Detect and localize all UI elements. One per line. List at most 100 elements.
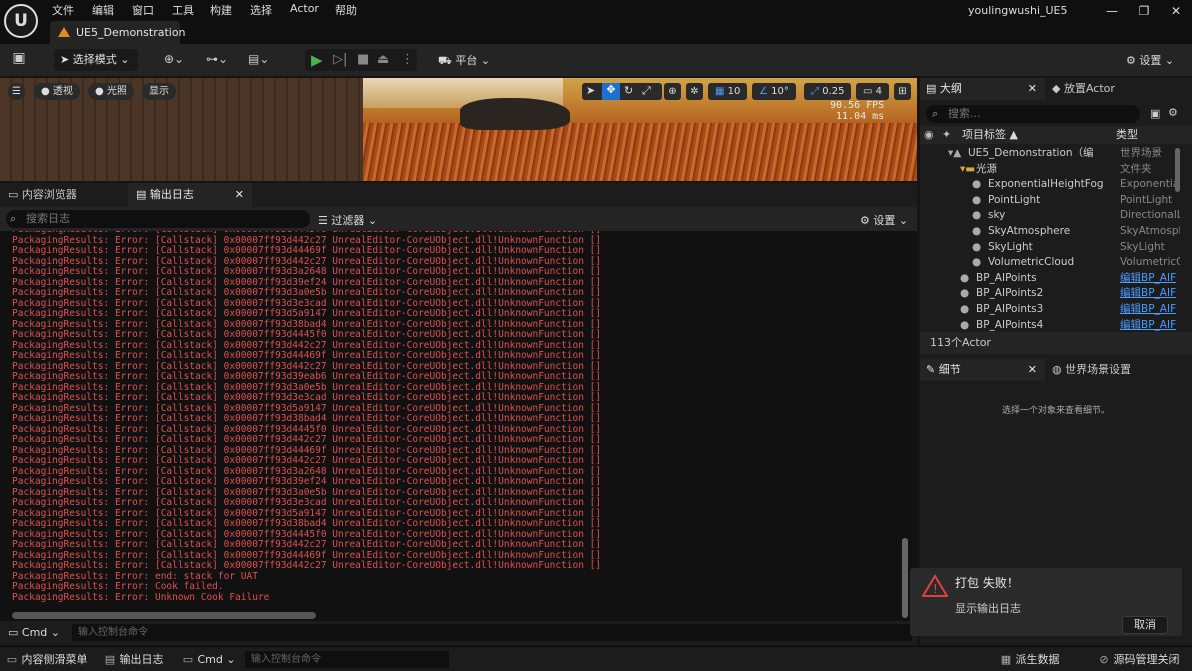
camera-icon: ▭ (863, 86, 873, 97)
outliner-search-input[interactable]: ⌕ 搜索... (926, 105, 1140, 123)
perspective-button[interactable]: ● 透视 (34, 83, 80, 100)
log-search-input[interactable]: ⌕ 搜索日志 (6, 210, 310, 228)
lighting-button[interactable]: ● 光照 (88, 83, 134, 100)
output-log-button[interactable]: ▤ 输出日志 (104, 651, 164, 668)
outliner-row-type[interactable]: 编辑BP_AIF (1120, 302, 1180, 318)
platform-icon: ⛟ (438, 54, 452, 67)
outliner-row[interactable]: ● SkyAtmosphere SkyAtmosph (920, 224, 1180, 240)
level-icon (58, 27, 70, 37)
content-drawer-label: 内容侧滑菜单 (21, 653, 88, 666)
show-output-log-link[interactable]: 显示输出日志 (955, 600, 1021, 616)
tab-output-log[interactable]: ▤ 输出日志 ✕ (128, 183, 252, 207)
new-folder-icon[interactable]: ▣ (1150, 107, 1160, 120)
maximize-icon[interactable]: ❐ (1134, 4, 1154, 18)
menu-actor[interactable]: Actor (290, 2, 319, 15)
outliner-scrollbar[interactable] (1175, 148, 1180, 192)
tab-world-settings[interactable]: ◍ 世界场景设置 (1048, 359, 1131, 381)
menu-select[interactable]: 选择 (250, 2, 272, 18)
visibility-icon[interactable]: ◉ (924, 126, 934, 144)
blueprint-icon[interactable]: ⊶⌄ (206, 52, 228, 66)
log-line: PackagingResults: Error: Unknown Cook Fa… (12, 591, 270, 603)
settings-dropdown[interactable]: ⚙ 设置 ⌄ (1126, 52, 1174, 68)
level-viewport[interactable]: ☰ ● 透视 ● 光照 显示 ➤ ✥ ↻ ⤢ ⊕ ✲ ▦ 10 ∠ 10° ⤢ … (0, 78, 917, 181)
menu-tools[interactable]: 工具 (172, 2, 194, 18)
source-control-button[interactable]: ⊘ 源码管理关闭 (1098, 651, 1179, 668)
col-type[interactable]: 类型 (1116, 126, 1138, 144)
outliner-row-type[interactable]: 编辑BP_AIF (1120, 271, 1180, 287)
log-settings-dropdown[interactable]: ⚙ 设置 ⌄ (860, 212, 908, 228)
pin-icon[interactable]: ✦ (942, 126, 951, 144)
close-outliner-icon[interactable]: ✕ (1028, 78, 1037, 100)
outliner-row[interactable]: ● BP_AIPoints4 编辑BP_AIF (920, 318, 1180, 331)
transform-tools: ➤ ✥ ↻ ⤢ (582, 83, 662, 100)
eject-icon[interactable]: ⏏ (377, 52, 389, 67)
outliner-row[interactable]: ● ExponentialHeightFog Exponential (920, 177, 1180, 193)
platform-dropdown[interactable]: ⛟ 平台 ⌄ (438, 52, 490, 69)
outliner-row[interactable]: ● sky DirectionalL (920, 208, 1180, 224)
tab-details[interactable]: ✎ 细节 ✕ (920, 359, 1045, 381)
angle-snap[interactable]: ∠ 10° (752, 83, 796, 100)
tab-outliner[interactable]: ▤ 大纲 ✕ (920, 78, 1045, 100)
cmd-dropdown[interactable]: ▭ Cmd ⌄ (8, 626, 60, 639)
outliner-row[interactable]: ● BP_AIPoints3 编辑BP_AIF (920, 302, 1180, 318)
outliner-row-type[interactable]: 编辑BP_AIF (1120, 318, 1180, 331)
scale-tool-icon[interactable]: ⤢ (642, 84, 651, 98)
status-console-input[interactable]: 输入控制台命令 (245, 651, 449, 668)
derived-data-button[interactable]: ▦ 派生数据 (1000, 651, 1060, 668)
outliner-row[interactable]: ● VolumetricCloud VolumetricC (920, 255, 1180, 271)
move-tool-icon[interactable]: ✥ (602, 83, 620, 100)
menu-edit[interactable]: 编辑 (92, 2, 114, 18)
gear-icon[interactable]: ⚙ (1168, 106, 1178, 119)
tab-place-actor[interactable]: ◆ 放置Actor (1048, 78, 1115, 100)
cinematics-icon[interactable]: ▤⌄ (248, 52, 269, 66)
camera-speed[interactable]: ▭ 4 (856, 83, 890, 100)
actor-icon: ● (972, 193, 982, 206)
add-actor-icon[interactable]: ⊕⌄ (164, 52, 184, 66)
outliner-row-type[interactable]: 编辑BP_AIF (1120, 286, 1180, 302)
vertical-scrollbar[interactable] (902, 538, 908, 618)
cancel-button[interactable]: 取消 (1122, 616, 1168, 634)
outliner-row[interactable]: ▾▬ 光源 文件夹 (920, 162, 1180, 178)
outliner-row-label: 光源 (976, 162, 997, 175)
menu-build[interactable]: 构建 (210, 2, 232, 18)
console-input[interactable]: 输入控制台命令 (72, 624, 912, 641)
step-icon[interactable]: ▷| (333, 52, 347, 67)
outliner-row[interactable]: ● PointLight PointLight (920, 193, 1180, 209)
save-icon[interactable]: ▣ (8, 50, 30, 70)
outliner-row[interactable]: ● BP_AIPoints2 编辑BP_AIF (920, 286, 1180, 302)
more-options-icon[interactable]: ⋮ (401, 52, 414, 67)
close-details-icon[interactable]: ✕ (1028, 359, 1037, 381)
horizontal-scrollbar[interactable] (12, 612, 316, 619)
show-button[interactable]: 显示 (142, 83, 176, 100)
menu-file[interactable]: 文件 (52, 2, 74, 18)
unreal-logo[interactable]: U (4, 4, 38, 38)
stop-icon[interactable]: ■ (357, 52, 369, 67)
close-icon[interactable]: ✕ (1166, 4, 1186, 18)
log-output[interactable]: PackagingResults: Error: [Callstack] 0x0… (0, 231, 917, 621)
play-icon[interactable]: ▶ (311, 51, 323, 69)
surface-snap-icon[interactable]: ✲ (686, 83, 703, 100)
close-tab-icon[interactable]: ✕ (235, 183, 244, 207)
status-cmd-dropdown[interactable]: ▭ Cmd ⌄ (182, 651, 236, 668)
grid-snap[interactable]: ▦ 10 (708, 83, 748, 100)
layout-icon[interactable]: ⊞ (894, 83, 911, 100)
select-tool-icon[interactable]: ➤ (586, 84, 595, 97)
outliner-row[interactable]: ● SkyLight SkyLight (920, 240, 1180, 256)
level-tab[interactable]: UE5_Demonstration (50, 21, 186, 44)
outliner-row[interactable]: ● BP_AIPoints 编辑BP_AIF (920, 271, 1180, 287)
filters-dropdown[interactable]: ☰ 过滤器 ⌄ (318, 212, 377, 228)
menu-window[interactable]: 窗口 (132, 2, 154, 18)
tab-content-browser[interactable]: ▭ 内容浏览器 (0, 183, 125, 207)
minimize-icon[interactable]: — (1102, 4, 1122, 18)
col-item-label[interactable]: 项目标签 ▲ (962, 126, 1018, 144)
world-space-icon[interactable]: ⊕ (664, 83, 681, 100)
menu-help[interactable]: 帮助 (335, 2, 357, 18)
rotate-tool-icon[interactable]: ↻ (624, 84, 633, 97)
hamburger-icon[interactable]: ☰ (8, 83, 25, 100)
content-drawer-button[interactable]: ▭ 内容侧滑菜单 (6, 651, 88, 668)
select-mode-dropdown[interactable]: ➤ 选择模式 ⌄ (54, 49, 138, 71)
outliner-row-label: ExponentialHeightFog (988, 178, 1104, 191)
console-icon: ▭ (8, 626, 19, 639)
scale-snap[interactable]: ⤢ 0.25 (804, 83, 852, 100)
outliner-row[interactable]: ▾▲ UE5_Demonstration（编 世界场景 (920, 146, 1180, 162)
